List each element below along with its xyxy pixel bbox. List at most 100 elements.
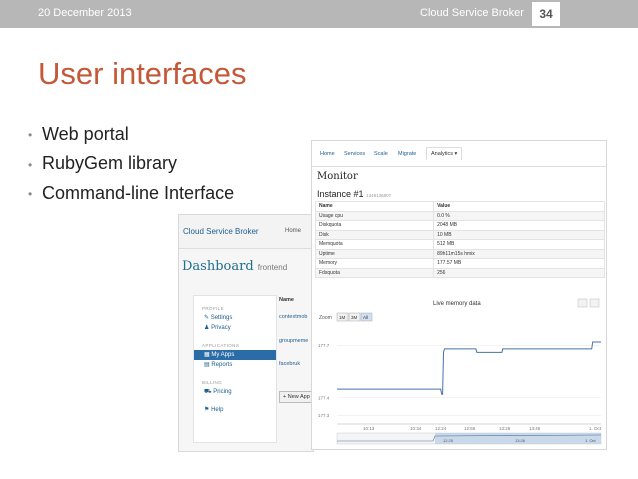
y-tick-label: 177.3 [318,413,330,418]
sidebar-item-my-apps[interactable]: ▦ My Apps [194,350,276,360]
table-row: Memquota 512 MB [314,239,605,250]
zoom-label: Zoom [319,315,332,321]
user-icon: ♟ [204,325,210,331]
instance-table: Name Value Usage cpu 0.0 % Diskquota 2048 … [314,201,605,278]
header-title: Cloud Service Broker [420,7,524,19]
portal-screenshot: Cloud Service Broker Home Dashboard fron… [178,214,314,452]
portal-nav-home[interactable]: Home [285,228,301,234]
sidebar-item-settings[interactable]: ✎ Settings [194,313,276,323]
navigator-tick-label: 12:25 [443,438,454,443]
apps-column-header: Name [279,297,294,303]
table-cell: 0.0 % [433,210,605,221]
portal-brand[interactable]: Cloud Service Broker [183,227,259,236]
zoom-button-label: 1M [339,315,346,320]
table-cell: Disk [314,229,435,240]
chart-title: Live memory data [433,301,481,307]
table-cell: 89h11m15s hmix [433,248,605,259]
x-tick-label: 1. Oct [589,426,602,431]
sidebar-item-reports[interactable]: ▤ Reports [194,360,276,370]
instance-heading: Instance #1 1349136807 [317,189,391,199]
monitor-nav: Home Services Scale Migrate Analytics ▾ [312,141,606,167]
header-bar: 20 December 2013 Cloud Service Broker 34 [0,0,638,28]
x-tick-label: 10:34 [410,426,422,431]
portal-heading-sub: frontend [257,263,288,272]
bullet-dot-icon: • [28,186,33,201]
table-header-row: Name Value [314,201,605,212]
bullet-item: • RubyGem library [28,149,234,178]
sidebar-section-applications: APPLICATIONS [202,343,240,348]
sidebar-item-label: Reports [211,362,233,368]
app-row[interactable]: groupmeme [279,338,308,344]
table-row: Disk 10 MB [314,229,605,240]
tab-label: Analytics [431,151,454,157]
slide-date: 20 December 2013 [38,7,132,19]
x-tick-label: 12:56 [464,426,476,431]
wrench-icon: ✎ [204,315,210,321]
sidebar-item-label: My Apps [211,352,235,358]
tab-services[interactable]: Services [344,151,365,157]
reports-icon: ▤ [204,362,210,368]
tab-migrate[interactable]: Migrate [398,151,416,157]
instance-meta: 1349136807 [366,193,392,198]
memory-series-line [337,341,601,395]
sidebar-item-label: Privacy [211,325,231,331]
x-tick-label: 12:24 [435,426,447,431]
y-tick-label: 177.4 [318,395,330,400]
tab-home[interactable]: Home [320,151,335,157]
portal-heading: Dashboard frontend [182,259,287,274]
table-row: Memory 177.57 MB [314,258,605,269]
page-number: 34 [532,2,560,26]
table-cell: Uptime [314,248,435,259]
chart-navigator[interactable]: 12:25 13:26 1. Oct [336,432,602,445]
bullet-text: Web portal [42,124,129,144]
app-row[interactable]: contextmob [279,314,307,320]
x-tick-label: 13:46 [529,426,541,431]
bullet-text: Command-line Interface [42,182,235,203]
zoom-button-label: 3M [351,315,358,320]
y-tick-label: 177.7 [318,343,330,348]
portal-heading-main: Dashboard [182,259,254,274]
bullet-item: • Web portal [28,120,234,149]
sidebar-section-billing: BILLING [202,380,223,385]
table-cell: Diskquota [314,220,435,231]
table-cell: 2048 MB [433,220,605,231]
tab-analytics[interactable]: Analytics ▾ [426,147,463,160]
cart-icon: ⛟ [204,389,212,395]
table-row: Fdsquota 256 [314,267,605,278]
chevron-down-icon: ▾ [454,151,458,157]
sidebar-item-help[interactable]: ⚑ Help [194,405,276,415]
table-row: Diskquota 2048 MB [314,220,605,231]
apps-icon: ▦ [204,352,210,358]
bullet-list: • Web portal • RubyGem library • Command-li… [28,120,234,208]
tab-scale[interactable]: Scale [374,151,388,157]
slide-title: User interfaces [38,56,247,91]
column-header: Value [433,201,605,212]
portal-topbar: Cloud Service Broker Home [179,215,313,249]
table-row: Uptime 89h11m15s hmix [314,248,605,259]
monitor-screenshot: Home Services Scale Migrate Analytics ▾ … [311,140,607,450]
bullet-item: • Command-line Interface [28,179,234,208]
memory-chart: Live memory data Zoom 1M 3M All 177.7 177.4… [318,298,602,445]
x-tick-label: 13:26 [499,426,511,431]
plot-area: 177.7 177.4 177.3 10:13 10:34 12:24 12:56 13:26… [318,341,602,431]
table-cell: Memory [314,258,435,269]
table-cell: 177.57 MB [433,258,605,269]
table-cell: 512 MB [433,239,605,250]
app-row[interactable]: facebruk [279,361,300,367]
zoom-button-label: All [363,315,368,320]
table-cell: Fdsquota [314,267,435,278]
sidebar-item-privacy[interactable]: ♟ Privacy [194,323,276,333]
column-header: Name [314,201,435,212]
print-icon[interactable] [577,298,588,308]
sidebar-section-profile: PROFILE [202,306,225,311]
table-cell: 256 [433,267,605,278]
table-cell: 10 MB [433,229,605,240]
export-icon[interactable] [589,298,600,308]
sidebar-item-pricing[interactable]: ⛟ Pricing [194,387,276,397]
instance-name: Instance #1 [317,189,364,199]
table-row: Usage cpu 0.0 % [314,210,605,221]
sidebar-item-label: Help [211,407,224,413]
zoom-buttons: 1M 3M All [336,312,373,322]
new-app-button[interactable]: + New App [279,391,313,403]
navigator-tick-label: 13:26 [515,438,526,443]
